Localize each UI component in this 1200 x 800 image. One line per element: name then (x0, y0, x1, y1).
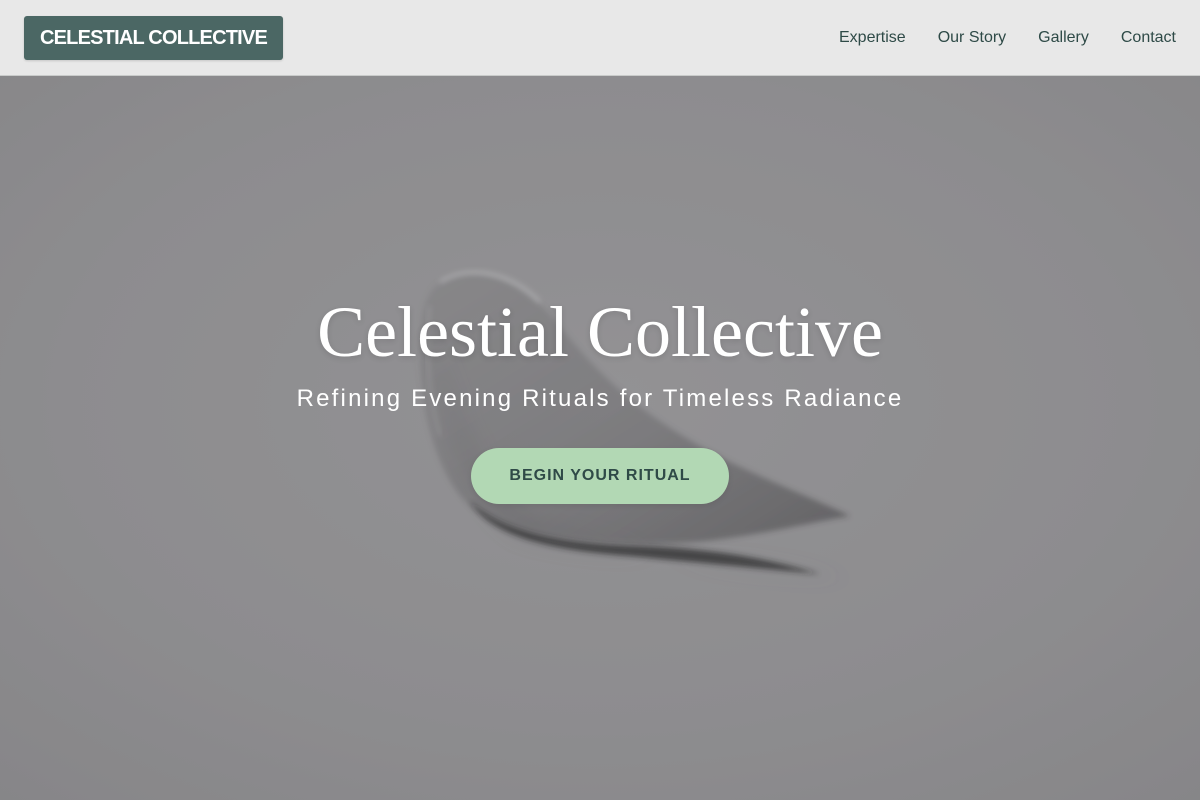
nav-link-expertise[interactable]: Expertise (839, 29, 906, 47)
landing-page: CELESTIAL COLLECTIVE Expertise Our Story… (0, 0, 1200, 800)
nav-link-our-story[interactable]: Our Story (938, 29, 1006, 47)
main-nav: Expertise Our Story Gallery Contact (839, 0, 1176, 76)
hero-subtitle: Refining Evening Rituals for Timeless Ra… (296, 385, 904, 412)
site-header: CELESTIAL COLLECTIVE Expertise Our Story… (0, 0, 1200, 76)
hero-section: Celestial Collective Refining Evening Ri… (0, 76, 1200, 800)
begin-ritual-button[interactable]: BEGIN YOUR RITUAL (471, 448, 729, 504)
nav-link-contact[interactable]: Contact (1121, 29, 1176, 47)
nav-link-gallery[interactable]: Gallery (1038, 29, 1089, 47)
hero-content: Celestial Collective Refining Evening Ri… (0, 76, 1200, 800)
hero-title: Celestial Collective (317, 292, 883, 372)
logo[interactable]: CELESTIAL COLLECTIVE (24, 16, 283, 60)
